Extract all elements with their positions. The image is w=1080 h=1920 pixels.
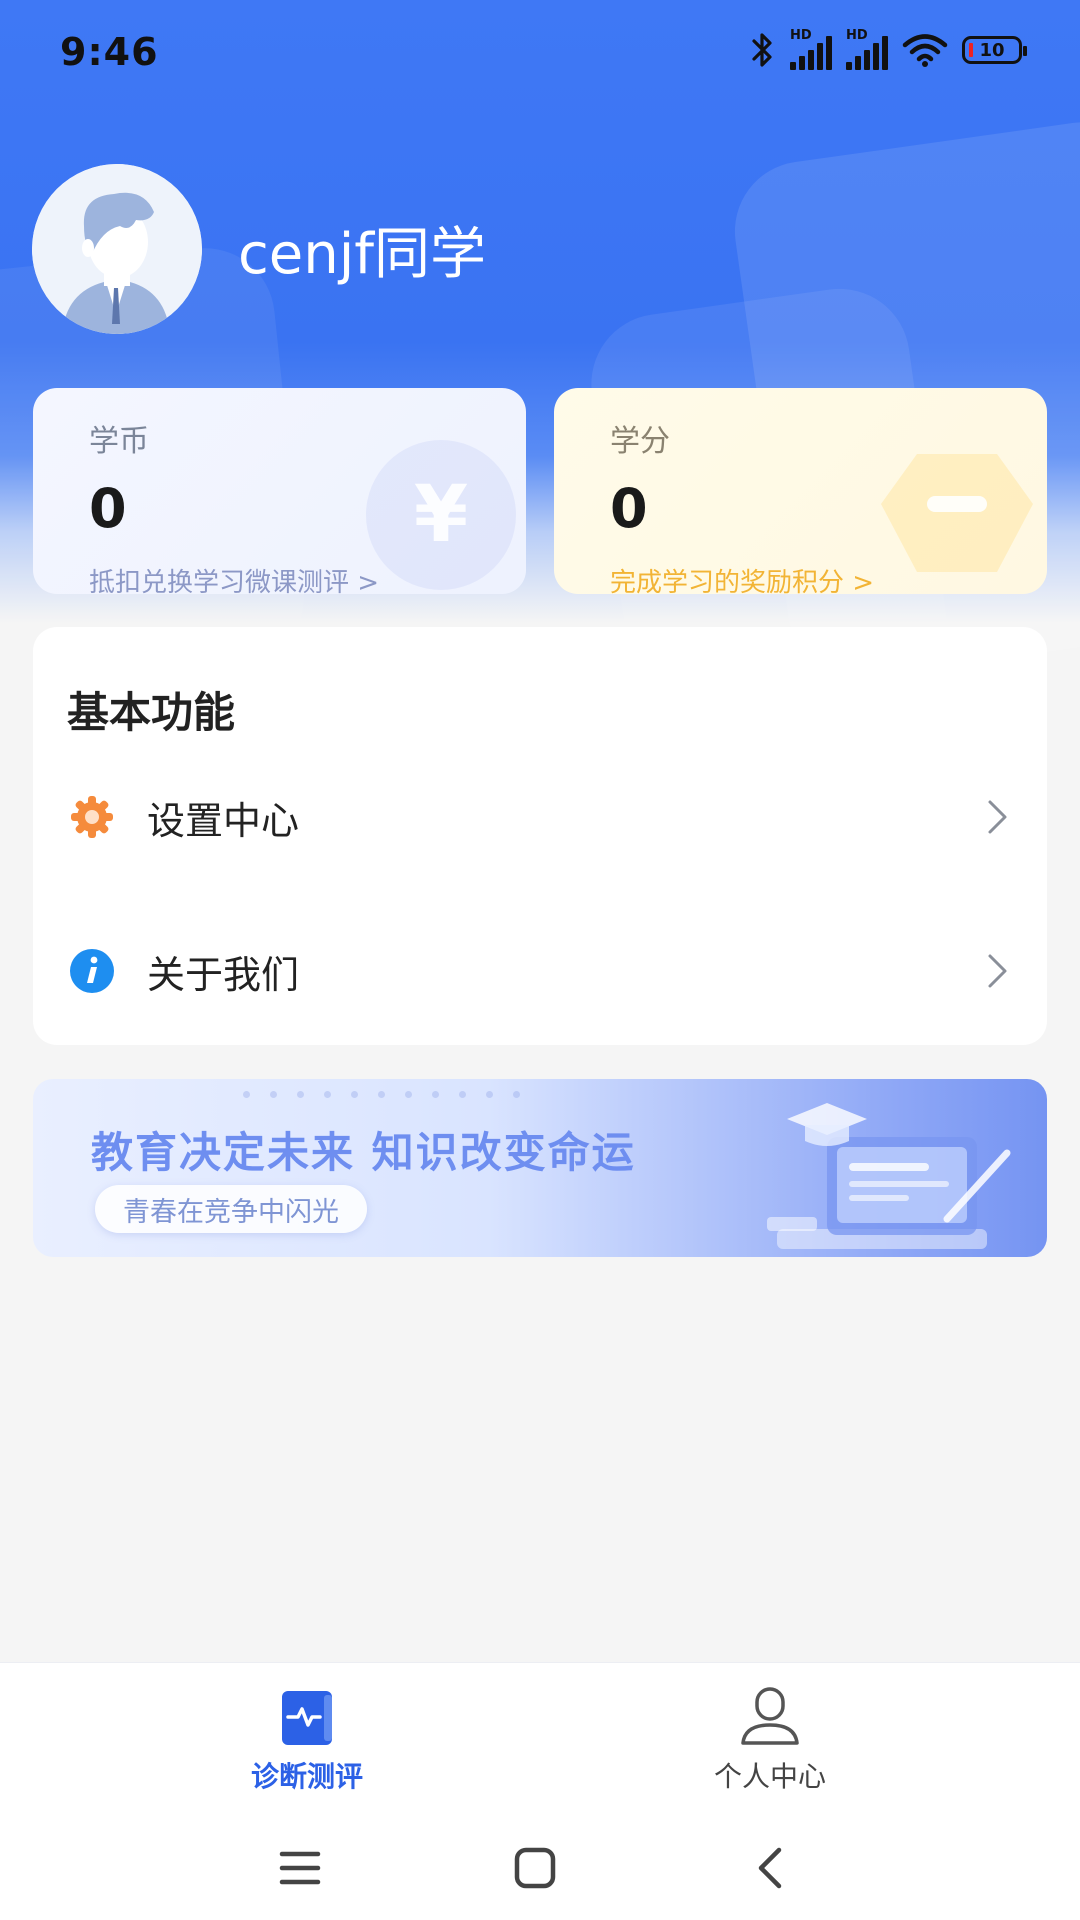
signal-icon: HD — [790, 28, 832, 70]
status-bar: 9:46 HD HD 10 — [0, 0, 1080, 108]
home-icon[interactable] — [505, 1838, 565, 1898]
laptop-graduation-cap-icon — [767, 1103, 1011, 1249]
signal-icon: HD — [846, 28, 888, 70]
signal-hd-label: HD — [790, 28, 812, 43]
about-us-label: 关于我们 — [147, 952, 300, 997]
system-navigation-bar — [0, 1812, 1080, 1920]
profile-section[interactable]: cenjf同学 — [32, 164, 486, 334]
settings-center-item[interactable]: 设置中心 — [33, 767, 1047, 867]
banner-subtitle: 青春在竞争中闪光 — [95, 1185, 367, 1233]
back-icon[interactable] — [740, 1838, 800, 1898]
menu-icon[interactable] — [270, 1838, 330, 1898]
signal-hd-label: HD — [846, 28, 868, 43]
status-time: 9:46 — [60, 30, 159, 74]
status-icons: HD HD 10 — [750, 28, 1027, 70]
wifi-icon — [902, 34, 948, 67]
banner-dots — [243, 1091, 520, 1098]
banner-title: 教育决定未来 知识改变命运 — [91, 1128, 636, 1177]
tab-diagnosis[interactable]: 诊断测评 — [177, 1685, 437, 1795]
tab-personal-center[interactable]: 个人中心 — [640, 1685, 900, 1795]
battery-level: 10 — [979, 39, 1005, 61]
basic-functions-card: 基本功能 设置中心 关于我们 — [33, 627, 1047, 1045]
yen-coin-icon: ¥ — [366, 440, 516, 590]
diagnosis-icon — [282, 1691, 332, 1745]
person-icon — [741, 1687, 799, 1745]
tab-personal-center-label: 个人中心 — [713, 1760, 826, 1793]
settings-center-label: 设置中心 — [147, 798, 300, 843]
credit-card[interactable]: 学分 0 完成学习的奖励积分 > — [554, 388, 1047, 594]
bluetooth-icon — [752, 33, 772, 67]
chevron-right-icon — [988, 954, 1007, 988]
username: cenjf同学 — [238, 221, 487, 287]
about-us-item[interactable]: 关于我们 — [33, 921, 1047, 1021]
coin-card[interactable]: ¥ 学币 0 抵扣兑换学习微课测评 > — [33, 388, 526, 594]
tab-diagnosis-label: 诊断测评 — [250, 1760, 363, 1793]
section-title: 基本功能 — [67, 688, 236, 737]
chevron-right-icon — [988, 800, 1007, 834]
battery-icon: 10 — [962, 36, 1027, 64]
info-icon — [69, 948, 115, 994]
bottom-tab-bar: 诊断测评 个人中心 — [0, 1662, 1080, 1813]
gear-icon — [69, 794, 115, 840]
education-banner[interactable]: 教育决定未来 知识改变命运 青春在竞争中闪光 — [33, 1079, 1047, 1257]
gem-icon — [881, 454, 1033, 572]
avatar-icon[interactable] — [32, 164, 202, 334]
